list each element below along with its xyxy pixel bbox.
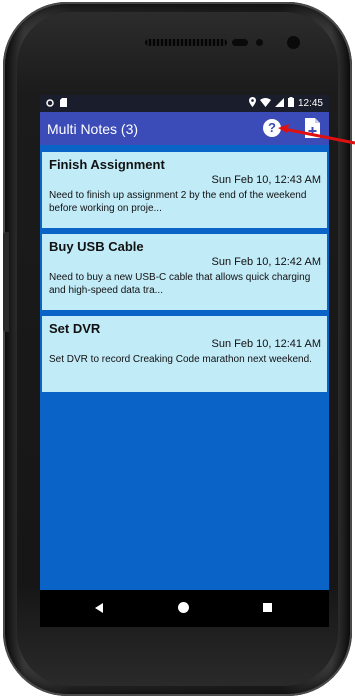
- note-text: Set DVR to record Creaking Code marathon…: [49, 354, 312, 365]
- screen: 12:45 Multi Notes (3) ? Finish Assignmen…: [40, 95, 329, 627]
- status-left-icons: [46, 98, 67, 110]
- sd-card-icon: [60, 98, 67, 110]
- note-card[interactable]: Set DVR Sun Feb 10, 12:41 AM Set DVR to …: [42, 316, 327, 392]
- side-volume-button: [3, 232, 9, 332]
- notification-circle-icon: [46, 98, 54, 110]
- back-icon[interactable]: [95, 603, 103, 613]
- proximity-sensor: [232, 39, 248, 46]
- note-date: Sun Feb 10, 12:41 AM: [211, 338, 321, 350]
- note-date: Sun Feb 10, 12:42 AM: [211, 256, 321, 268]
- light-sensor: [256, 39, 263, 46]
- note-card[interactable]: Buy USB Cable Sun Feb 10, 12:42 AM Need …: [42, 234, 327, 310]
- status-right-icons: 12:45: [248, 97, 323, 110]
- note-title: Finish Assignment: [49, 157, 165, 172]
- note-title: Buy USB Cable: [49, 239, 144, 254]
- home-icon[interactable]: [178, 602, 189, 613]
- app-title: Multi Notes (3): [47, 121, 139, 137]
- signal-icon: [274, 97, 284, 110]
- note-title: Set DVR: [49, 321, 101, 336]
- wifi-icon: [259, 97, 271, 110]
- notes-list: Finish Assignment Sun Feb 10, 12:43 AM N…: [40, 145, 329, 398]
- earpiece-speaker: [145, 39, 227, 46]
- battery-icon: [287, 97, 294, 110]
- note-text: Need to buy a new USB-C cable that allow…: [49, 272, 311, 296]
- note-text: Need to finish up assignment 2 by the en…: [49, 190, 307, 214]
- note-card[interactable]: Finish Assignment Sun Feb 10, 12:43 AM N…: [42, 152, 327, 228]
- status-bar: 12:45: [40, 95, 329, 112]
- app-bar: Multi Notes (3) ?: [40, 112, 329, 145]
- front-camera: [287, 36, 300, 49]
- recents-icon[interactable]: [263, 603, 272, 612]
- help-icon[interactable]: ?: [263, 119, 281, 137]
- note-date: Sun Feb 10, 12:43 AM: [211, 174, 321, 186]
- navigation-bar: [40, 590, 329, 627]
- add-note-icon[interactable]: [305, 118, 320, 138]
- status-time: 12:45: [297, 98, 323, 109]
- location-icon: [248, 97, 256, 110]
